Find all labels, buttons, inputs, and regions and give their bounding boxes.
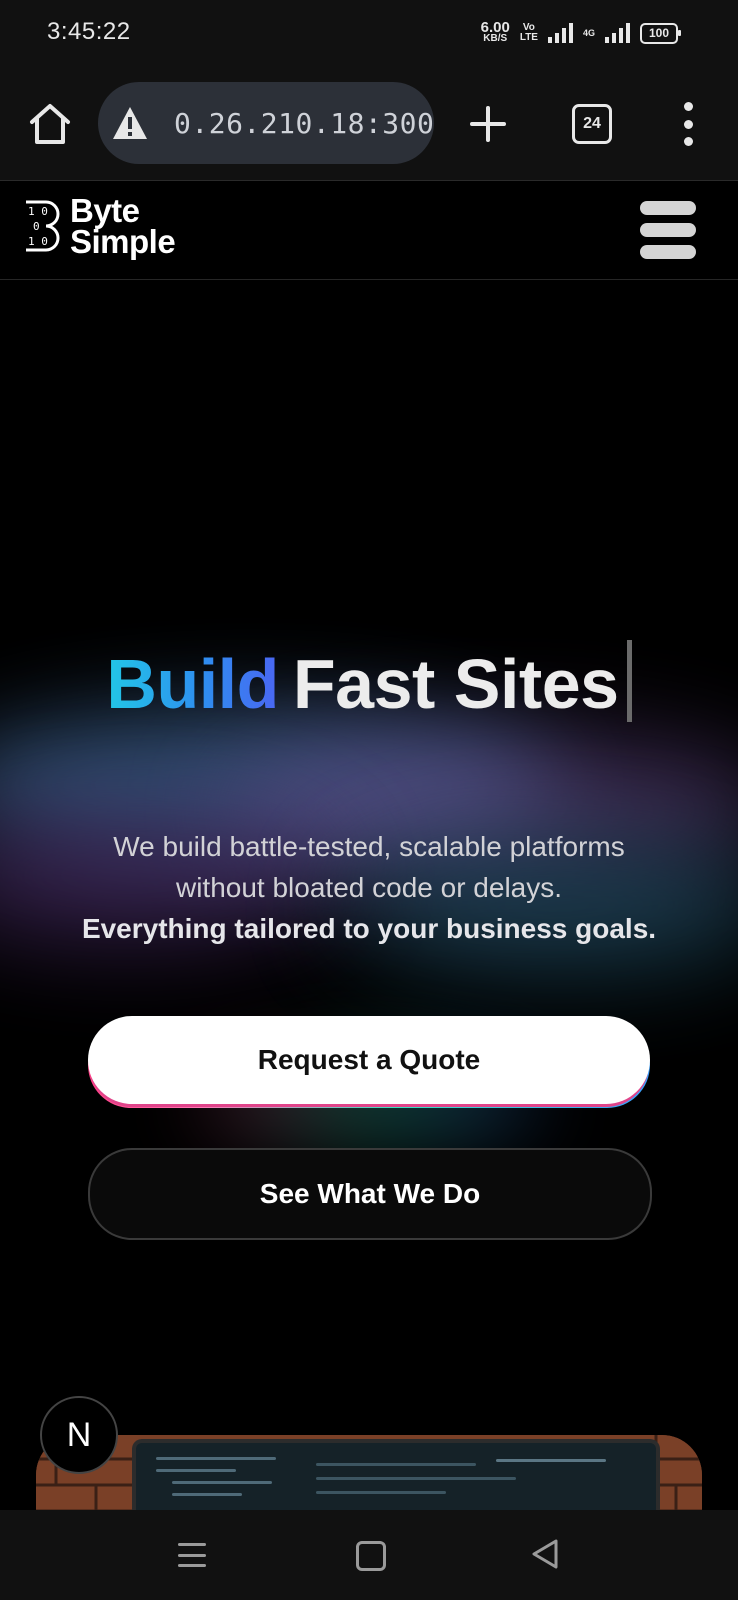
hero-headline: Build Fast Sites (0, 640, 738, 724)
headline-accent-word: Build (106, 645, 279, 723)
subcopy-emphasis: Everything tailored to your business goa… (81, 913, 657, 944)
status-time: 3:45:22 (47, 18, 131, 45)
home-button-icon[interactable] (356, 1541, 386, 1571)
tab-switcher-button[interactable]: 24 (572, 104, 612, 144)
svg-text:1 0: 1 0 (28, 235, 48, 248)
network-speed-unit: KB/S (483, 33, 508, 44)
site-logo[interactable]: 1 0 0 1 0 Byte Simple (24, 192, 176, 260)
hero-subcopy: We build battle-tested, scalable platfor… (30, 826, 708, 949)
back-icon[interactable] (530, 1538, 560, 1570)
logo-wordmark: Byte Simple (70, 192, 176, 260)
volte-icon: Vo LTE (520, 23, 538, 43)
browser-toolbar: 0.26.210.18:300 24 (0, 66, 738, 181)
signal-icon (547, 23, 573, 43)
signal-icon-2 (605, 23, 630, 43)
request-quote-button[interactable]: Request a Quote (88, 1016, 650, 1104)
status-bar: 3:45:22 6.00 KB/S Vo LTE 4G 100 (0, 0, 738, 66)
svg-text:0: 0 (33, 220, 40, 233)
network-speed-value: 6.00 (480, 19, 510, 36)
new-tab-icon[interactable] (468, 104, 508, 144)
subcopy-line-2: without bloated code or delays. (175, 872, 563, 903)
logo-mark-icon: 1 0 0 1 0 (24, 196, 64, 256)
overflow-menu-icon[interactable] (680, 102, 696, 146)
logo-word-1: Byte (70, 192, 140, 229)
headline-rest: Fast Sites (292, 645, 619, 723)
battery-level: 100 (648, 26, 670, 40)
warning-icon[interactable] (112, 106, 148, 140)
system-navigation-bar (0, 1510, 738, 1600)
network-speed: 6.00 KB/S (480, 19, 510, 44)
see-what-we-do-button[interactable]: See What We Do (88, 1148, 652, 1240)
url-bar[interactable]: 0.26.210.18:300 (98, 82, 434, 164)
subcopy-line-1: We build battle-tested, scalable platfor… (113, 831, 625, 862)
logo-word-2: Simple (70, 223, 176, 260)
typing-cursor (626, 640, 632, 722)
hero-image-card (36, 1435, 702, 1515)
battery-icon: 100 (640, 22, 681, 44)
site-header: 1 0 0 1 0 Byte Simple (0, 181, 738, 280)
home-icon[interactable] (28, 102, 72, 146)
volte-bottom: LTE (519, 32, 538, 43)
url-text[interactable]: 0.26.210.18:300 (174, 107, 434, 140)
recent-apps-icon[interactable] (178, 1543, 206, 1567)
laptop-screen-image (132, 1439, 660, 1515)
nextjs-dev-badge[interactable]: N (40, 1396, 118, 1474)
hamburger-menu-icon[interactable] (640, 201, 696, 259)
status-icons: 6.00 KB/S Vo LTE 4G 100 (480, 18, 681, 48)
network-type-icon: 4G (582, 27, 595, 38)
network-type-label: 4G (582, 27, 595, 38)
svg-text:1 0: 1 0 (28, 205, 48, 218)
